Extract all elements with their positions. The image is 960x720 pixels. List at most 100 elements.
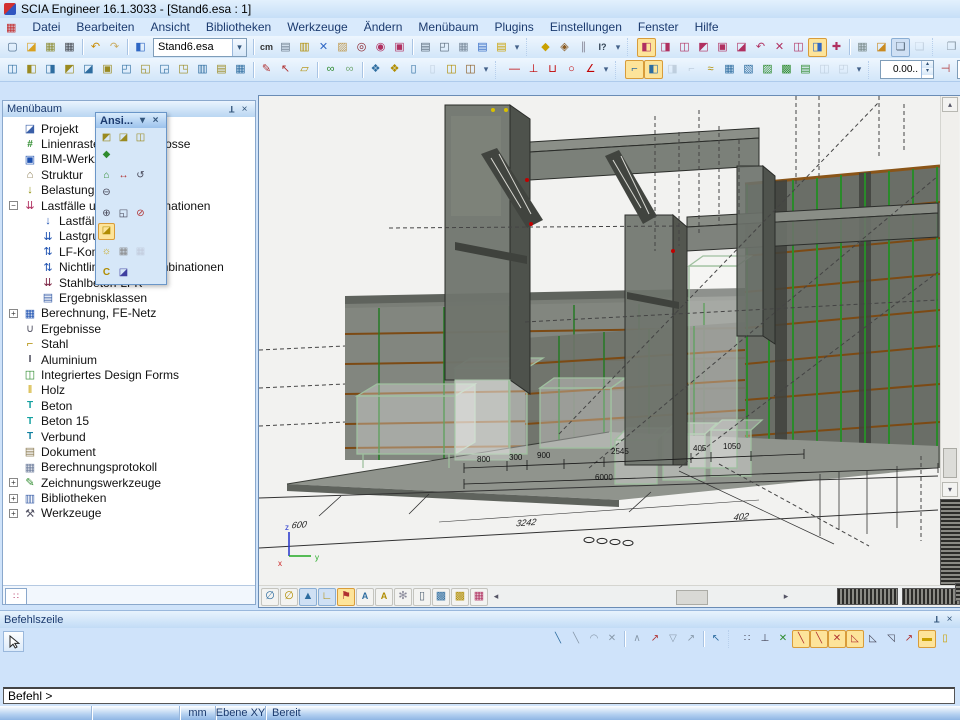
snap-ortho-icon[interactable]: ◺ bbox=[846, 630, 864, 648]
ucs-rotate-icon[interactable]: ⌐ bbox=[682, 60, 701, 79]
workline-icon[interactable]: ◫ bbox=[815, 60, 834, 79]
copy-format-icon[interactable]: ❐ bbox=[942, 38, 960, 57]
command-input[interactable]: Befehl > bbox=[3, 687, 955, 704]
workplane-icon[interactable]: ▧ bbox=[739, 60, 758, 79]
snap-delete-icon[interactable]: ✕ bbox=[603, 630, 621, 648]
pan-icon[interactable]: ↔ bbox=[115, 168, 132, 185]
copy-props-icon[interactable]: ✕ bbox=[314, 38, 333, 57]
snap-intersection-icon[interactable]: ✕ bbox=[828, 630, 846, 648]
tree-item-holz[interactable]: ‖Holz bbox=[3, 383, 255, 398]
overflow-chevron-icon[interactable]: ▾ bbox=[480, 60, 492, 79]
activity-icon[interactable]: ◆ bbox=[536, 38, 555, 57]
plate-icon[interactable]: ◪ bbox=[79, 60, 98, 79]
snap-triangle-icon[interactable]: ▽ bbox=[664, 630, 682, 648]
menu-item-fenster[interactable]: Fenster bbox=[630, 19, 687, 35]
rotation-stepper[interactable]: 0.00..▴▾ bbox=[880, 60, 934, 79]
overflow-chevron-icon[interactable]: ▾ bbox=[853, 60, 865, 79]
menu-item-datei[interactable]: Datei bbox=[24, 19, 68, 35]
snap-peak-icon[interactable]: ∧ bbox=[628, 630, 646, 648]
grid-view-icon[interactable]: ▩ bbox=[432, 588, 450, 606]
menu-item-bearbeiten[interactable]: Bearbeiten bbox=[68, 19, 142, 35]
redo-icon[interactable]: ↷ bbox=[105, 38, 124, 57]
scroll-up-icon[interactable]: ▴ bbox=[942, 97, 958, 112]
scroll-down-icon[interactable]: ▾ bbox=[942, 482, 958, 497]
polygon-icon[interactable]: ▱ bbox=[295, 60, 314, 79]
grid-snap-icon[interactable]: ≈ bbox=[701, 60, 720, 79]
expand-icon[interactable]: + bbox=[9, 494, 18, 503]
axes-toggle-icon[interactable]: ∟ bbox=[318, 588, 336, 606]
column-icon[interactable]: ◫ bbox=[3, 60, 22, 79]
menu-item-hilfe[interactable]: Hilfe bbox=[687, 19, 727, 35]
snap-intersect-green-icon[interactable]: ✕ bbox=[774, 630, 792, 648]
catalog-icon[interactable]: ▥ bbox=[295, 38, 314, 57]
pan-mode-alt-icon[interactable]: ❏ bbox=[910, 38, 929, 57]
plane-xz-icon[interactable]: ▤ bbox=[796, 60, 815, 79]
menu-item-bibliotheken[interactable]: Bibliotheken bbox=[198, 19, 279, 35]
render-icon[interactable]: ▲ bbox=[299, 588, 317, 606]
arbitrary-beam-icon[interactable]: ▥ bbox=[193, 60, 212, 79]
clipboard-icon[interactable]: ▨ bbox=[333, 38, 352, 57]
rotate-icon[interactable]: ◫ bbox=[442, 60, 461, 79]
snap-angle-icon[interactable]: ⊣ bbox=[936, 60, 955, 79]
tree-item-integriertes-design-forms[interactable]: ◫Integriertes Design Forms bbox=[3, 367, 255, 382]
print-preview-icon[interactable]: ◰ bbox=[435, 38, 454, 57]
rafter-icon[interactable]: ◨ bbox=[41, 60, 60, 79]
load-panel-icon[interactable]: ◲ bbox=[155, 60, 174, 79]
dimension-line-icon[interactable]: — bbox=[505, 60, 524, 79]
tree-item-beton[interactable]: TBeton bbox=[3, 398, 255, 413]
horizontal-scrollbar[interactable] bbox=[503, 589, 779, 605]
expand-icon[interactable]: + bbox=[9, 478, 18, 487]
save-all-icon[interactable]: ▦ bbox=[60, 38, 79, 57]
tree-item-ergebnisse[interactable]: ∪Ergebnisse bbox=[3, 321, 255, 336]
menu-item-plugins[interactable]: Plugins bbox=[486, 19, 541, 35]
select-load-icon[interactable]: ◩ bbox=[694, 38, 713, 57]
bracing-icon[interactable]: ◩ bbox=[60, 60, 79, 79]
image-icon[interactable]: ▦ bbox=[115, 244, 132, 261]
scroll-right-icon[interactable]: ▸ bbox=[779, 589, 793, 604]
overflow-chevron-icon[interactable]: ▾ bbox=[600, 60, 612, 79]
workpoint-icon[interactable]: ◰ bbox=[834, 60, 853, 79]
ucs-icon[interactable]: ⌐ bbox=[625, 60, 644, 79]
tree-item-aluminium[interactable]: IAluminium bbox=[3, 352, 255, 367]
snap-arc-icon[interactable]: ◠ bbox=[585, 630, 603, 648]
save-icon[interactable]: ▦ bbox=[41, 38, 60, 57]
cross-link-icon[interactable]: ▦ bbox=[231, 60, 250, 79]
stepper-arrows[interactable]: ▴▾ bbox=[921, 61, 933, 78]
image-disabled-icon[interactable]: ▦ bbox=[132, 244, 149, 261]
select-previous-icon[interactable]: ◫ bbox=[789, 38, 808, 57]
model-drawing[interactable]: 800 300 900 2545 405 1050 6000 bbox=[259, 96, 940, 585]
sheet-icon[interactable]: ▯ bbox=[413, 588, 431, 606]
wheel-icon[interactable]: ◎ bbox=[352, 38, 371, 57]
rib-icon[interactable]: ◱ bbox=[136, 60, 155, 79]
load-selection-icon[interactable]: ◪ bbox=[872, 38, 891, 57]
tree-item-beton-15[interactable]: TBeton 15 bbox=[3, 413, 255, 428]
snap-midpoint-icon[interactable]: ╲ bbox=[810, 630, 828, 648]
menu-item-einstellungen[interactable]: Einstellungen bbox=[542, 19, 630, 35]
close-icon[interactable]: × bbox=[238, 104, 251, 115]
overflow-chevron-icon[interactable]: ▾ bbox=[511, 38, 523, 57]
labels-icon[interactable]: A bbox=[356, 588, 374, 606]
mesh-icon[interactable]: ▣ bbox=[390, 38, 409, 57]
beam-icon[interactable]: ◧ bbox=[22, 60, 41, 79]
expand-icon[interactable]: + bbox=[9, 309, 18, 318]
select-slab-icon[interactable]: ◫ bbox=[675, 38, 694, 57]
pin-icon[interactable]: T bbox=[225, 104, 238, 115]
columns-icon[interactable]: ∥ bbox=[574, 38, 593, 57]
light-icon[interactable]: ☼ bbox=[98, 244, 115, 261]
select-beam-icon[interactable]: ◨ bbox=[656, 38, 675, 57]
collapse-icon[interactable]: − bbox=[9, 201, 18, 210]
menu-item--ndern[interactable]: Ändern bbox=[356, 19, 411, 35]
table-icon[interactable]: ▦ bbox=[454, 38, 473, 57]
scale-icon[interactable]: ◫ bbox=[461, 60, 480, 79]
expand-icon[interactable]: + bbox=[9, 509, 18, 518]
select-support-icon[interactable]: ▣ bbox=[713, 38, 732, 57]
snap-curve-icon[interactable]: ↗ bbox=[900, 630, 918, 648]
snap-arc2-icon[interactable]: ◺ bbox=[864, 630, 882, 648]
select-node-icon[interactable]: ◧ bbox=[637, 38, 656, 57]
clipboard-picture-icon[interactable]: C bbox=[98, 265, 115, 282]
invert-selection-icon[interactable]: ↶ bbox=[751, 38, 770, 57]
menu-item-men-baum[interactable]: Menübaum bbox=[410, 19, 486, 35]
labels-alt-icon[interactable]: A bbox=[375, 588, 393, 606]
view-front-icon[interactable]: ◪ bbox=[115, 130, 132, 147]
vertical-scrollbar[interactable]: ▴ ▾ bbox=[940, 96, 959, 585]
